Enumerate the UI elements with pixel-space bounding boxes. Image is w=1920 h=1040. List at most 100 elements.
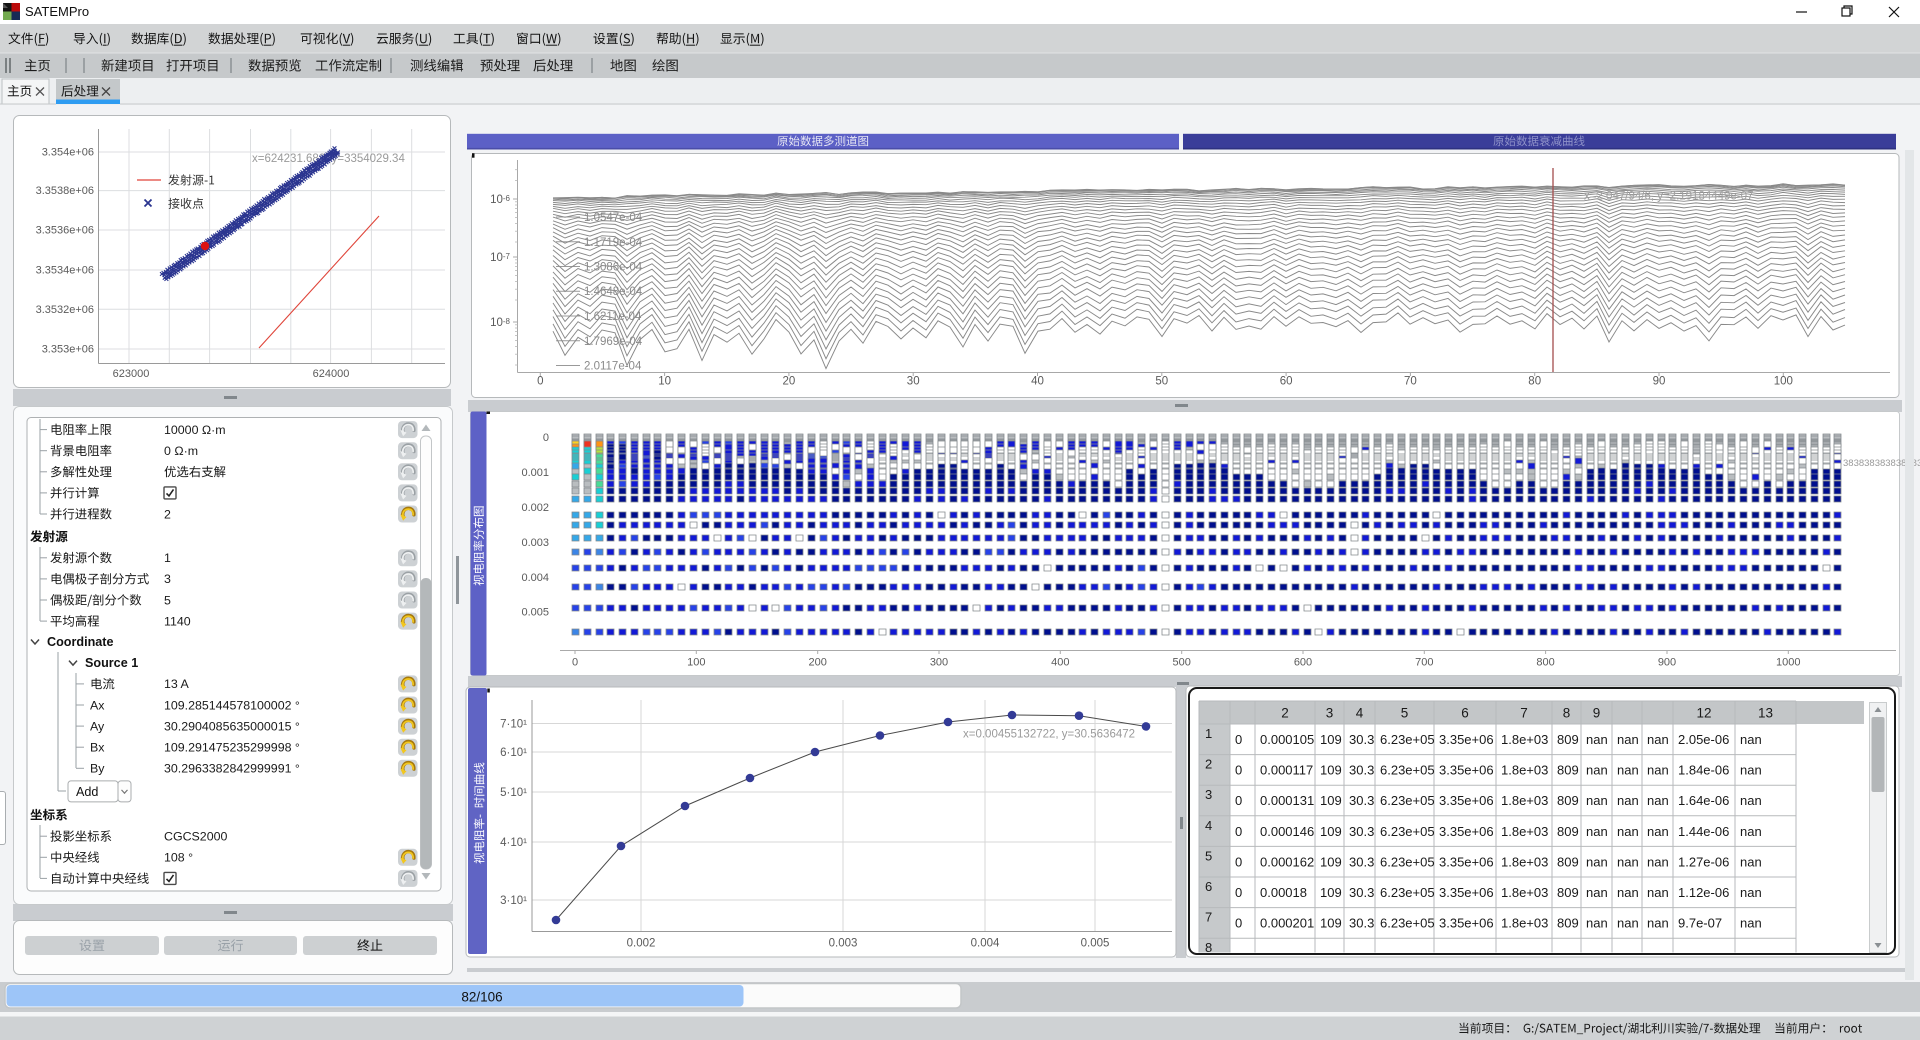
svg-text:3.35e+06: 3.35e+06 — [1439, 916, 1494, 931]
svg-text:40: 40 — [1031, 376, 1044, 388]
svg-text:30.3: 30.3 — [1349, 793, 1374, 808]
svg-text:Ax: Ax — [90, 698, 105, 712]
svg-text:80: 80 — [1528, 376, 1541, 388]
svg-text:3.3538e+06: 3.3538e+06 — [36, 185, 94, 197]
svg-text:100: 100 — [1774, 376, 1793, 388]
svg-text:6.23e+05: 6.23e+05 — [1380, 885, 1435, 900]
svg-text:nan: nan — [1647, 732, 1669, 747]
svg-text:809: 809 — [1557, 793, 1579, 808]
svg-text:1.8e+03: 1.8e+03 — [1501, 732, 1548, 747]
svg-text:3.35e+06: 3.35e+06 — [1439, 885, 1494, 900]
svg-text:1.84e-06: 1.84e-06 — [1678, 763, 1729, 778]
svg-text:30.3: 30.3 — [1349, 732, 1374, 747]
svg-text:624000: 624000 — [313, 368, 350, 380]
svg-text:nan: nan — [1617, 793, 1639, 808]
svg-text:nan: nan — [1586, 763, 1608, 778]
svg-text:2: 2 — [1281, 706, 1289, 721]
svg-text:By: By — [90, 762, 105, 776]
svg-text:809: 809 — [1557, 732, 1579, 747]
svg-text:10: 10 — [658, 376, 671, 388]
svg-text:0.005: 0.005 — [1081, 938, 1110, 950]
svg-text:0.002: 0.002 — [521, 502, 549, 514]
svg-text:0: 0 — [537, 376, 543, 388]
svg-text:1: 1 — [1205, 726, 1212, 741]
svg-text:3.35e+06: 3.35e+06 — [1439, 793, 1494, 808]
svg-text:809: 809 — [1557, 763, 1579, 778]
svg-text:1.8e+03: 1.8e+03 — [1501, 916, 1548, 931]
svg-text:0.003: 0.003 — [829, 938, 858, 950]
svg-text:109: 109 — [1320, 824, 1342, 839]
svg-text:1.1719e-04: 1.1719e-04 — [584, 237, 643, 249]
svg-text:30.3: 30.3 — [1349, 763, 1374, 778]
svg-text:30.3: 30.3 — [1349, 824, 1374, 839]
svg-text:30.2904085635000015 °: 30.2904085635000015 ° — [164, 719, 300, 733]
svg-text:nan: nan — [1617, 824, 1639, 839]
svg-text:0: 0 — [1235, 824, 1242, 839]
svg-text:Ay: Ay — [90, 719, 105, 733]
svg-text:3.354e+06: 3.354e+06 — [42, 147, 94, 159]
svg-text:1: 1 — [164, 551, 171, 565]
svg-text:nan: nan — [1740, 763, 1762, 778]
svg-text:nan: nan — [1617, 732, 1639, 747]
svg-text:50: 50 — [1155, 376, 1168, 388]
svg-text:nan: nan — [1586, 854, 1608, 869]
svg-text:100: 100 — [687, 657, 705, 669]
svg-text:3.3534e+06: 3.3534e+06 — [36, 265, 94, 277]
svg-text:nan: nan — [1647, 916, 1669, 931]
svg-text:3: 3 — [1326, 706, 1334, 721]
svg-text:7: 7 — [1520, 706, 1528, 721]
svg-text:3.35e+06: 3.35e+06 — [1439, 763, 1494, 778]
svg-text:1.27e-06: 1.27e-06 — [1678, 854, 1729, 869]
svg-text:70: 70 — [1404, 376, 1417, 388]
svg-text:30.3: 30.3 — [1349, 885, 1374, 900]
svg-text:Coordinate: Coordinate — [47, 635, 113, 649]
svg-text:nan: nan — [1740, 732, 1762, 747]
svg-text:1.8e+03: 1.8e+03 — [1501, 793, 1548, 808]
svg-text:6·10¹: 6·10¹ — [500, 747, 527, 759]
svg-text:6.23e+05: 6.23e+05 — [1380, 854, 1435, 869]
svg-text:1.12e-06: 1.12e-06 — [1678, 885, 1729, 900]
svg-text:109: 109 — [1320, 763, 1342, 778]
svg-text:109.285144578100002 °: 109.285144578100002 ° — [164, 698, 300, 712]
svg-text:8: 8 — [1563, 706, 1571, 721]
svg-text:3·10¹: 3·10¹ — [500, 895, 527, 907]
svg-text:2.0117e-04: 2.0117e-04 — [584, 361, 642, 373]
svg-text:109: 109 — [1320, 732, 1342, 747]
svg-text:0.000131: 0.000131 — [1260, 793, 1314, 808]
svg-text:1.8e+03: 1.8e+03 — [1501, 763, 1548, 778]
svg-text:nan: nan — [1647, 793, 1669, 808]
svg-text:3: 3 — [164, 572, 171, 586]
svg-text:0.000162: 0.000162 — [1260, 854, 1314, 869]
svg-text:60: 60 — [1280, 376, 1293, 388]
svg-text:1140: 1140 — [164, 614, 191, 628]
svg-text:5·10¹: 5·10¹ — [500, 787, 527, 799]
svg-text:nan: nan — [1586, 732, 1608, 747]
svg-text:1.8e+03: 1.8e+03 — [1501, 824, 1548, 839]
svg-text:0.000117: 0.000117 — [1260, 763, 1313, 778]
svg-text:7: 7 — [1205, 910, 1212, 925]
svg-text:0: 0 — [572, 657, 578, 669]
svg-text:6.23e+05: 6.23e+05 — [1380, 916, 1435, 931]
svg-text:nan: nan — [1647, 824, 1669, 839]
svg-text:6: 6 — [1205, 879, 1212, 894]
svg-text:10000 Ω·m: 10000 Ω·m — [164, 423, 226, 437]
svg-text:0.000105: 0.000105 — [1260, 732, 1314, 747]
svg-text:0: 0 — [1235, 732, 1242, 747]
svg-text:82/106: 82/106 — [461, 990, 502, 1005]
svg-text:400: 400 — [1051, 657, 1069, 669]
svg-text:109: 109 — [1320, 885, 1342, 900]
svg-text:6: 6 — [1461, 706, 1469, 721]
svg-text:0: 0 — [1235, 763, 1242, 778]
svg-text:2: 2 — [164, 507, 171, 521]
svg-text:0.000146: 0.000146 — [1260, 824, 1314, 839]
svg-text:1.64e-06: 1.64e-06 — [1678, 793, 1729, 808]
svg-text:809: 809 — [1557, 854, 1579, 869]
svg-text:0.00018: 0.00018 — [1260, 885, 1307, 900]
svg-text:809: 809 — [1557, 824, 1579, 839]
svg-text:1.8e+03: 1.8e+03 — [1501, 854, 1548, 869]
svg-text:nan: nan — [1740, 885, 1762, 900]
svg-text:3.35e+06: 3.35e+06 — [1439, 824, 1494, 839]
svg-text:2: 2 — [1205, 757, 1212, 772]
svg-text:109.291475235299998 °: 109.291475235299998 ° — [164, 741, 300, 755]
svg-text:30.3: 30.3 — [1349, 916, 1374, 931]
